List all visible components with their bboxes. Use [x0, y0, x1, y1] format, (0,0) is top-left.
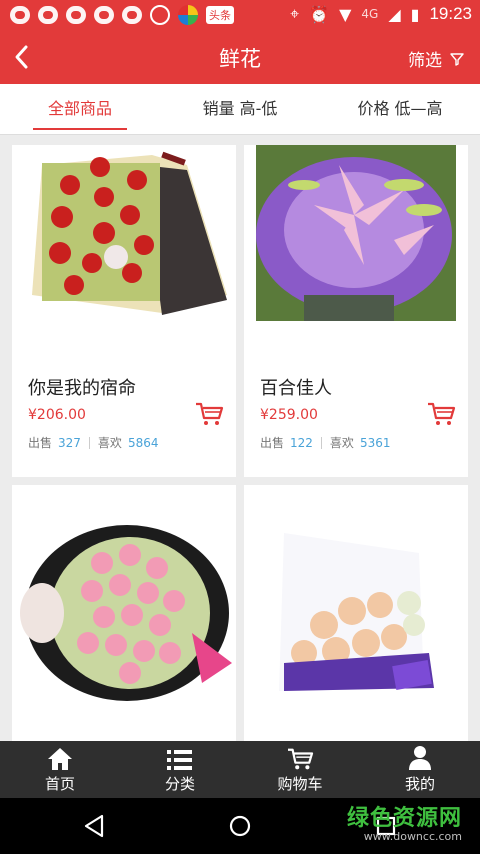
sold-count: 327 [58, 435, 81, 450]
list-icon [167, 750, 192, 770]
nav-cart[interactable]: 购物车 [240, 741, 360, 798]
nav-category-label: 分类 [164, 775, 195, 793]
alarm-icon: ⏰ [309, 4, 330, 24]
nav-category[interactable]: 分类 [120, 741, 240, 798]
cart-icon [196, 402, 224, 425]
add-to-cart-button[interactable] [194, 401, 224, 427]
news-badge: 头条 [206, 6, 234, 24]
nav-home-label: 首页 [44, 775, 75, 793]
likes-label: 喜欢 [97, 436, 122, 450]
likes-count: 5864 [127, 435, 159, 450]
product-stats: 出售 122 喜欢 5361 [260, 434, 390, 451]
product-card[interactable]: 百合佳人 ¥259.00 出售 122 喜欢 5361 [244, 145, 468, 477]
nav-profile-label: 我的 [404, 775, 435, 793]
wifi-icon: ▼ [339, 4, 352, 24]
location-icon: ⌖ [290, 4, 300, 23]
likes-label: 喜欢 [329, 436, 354, 450]
champagne-rose-box-image [244, 513, 468, 703]
product-grid: 你是我的宿命 ¥206.00 出售 327 喜欢 5864 百合佳人 ¥259.… [0, 135, 480, 741]
network-type: 4G [361, 7, 379, 21]
nav-home[interactable]: 首页 [0, 741, 120, 798]
tab-sales-desc[interactable]: 销量 高-低 [160, 84, 320, 134]
product-name: 你是我的宿命 [28, 378, 136, 399]
likes-count: 5361 [359, 435, 391, 450]
nav-cart-label: 购物车 [277, 775, 323, 793]
watermark-url: www.downcc.com [363, 830, 462, 843]
lily-bouquet-image [244, 145, 468, 335]
clock: 19:23 [429, 4, 472, 23]
wechat-icon [94, 6, 114, 24]
product-card[interactable]: 你是我的宿命 ¥206.00 出售 327 喜欢 5864 [12, 145, 236, 477]
product-image [12, 513, 236, 703]
tab-price-asc[interactable]: 价格 低—高 [320, 84, 480, 134]
product-image [244, 513, 468, 703]
app-icon [178, 5, 198, 25]
cart-icon [288, 748, 314, 770]
product-name: 百合佳人 [260, 378, 332, 399]
sold-count: 122 [290, 435, 313, 450]
sold-label: 出售 [28, 436, 53, 450]
product-price: ¥206.00 [28, 407, 86, 423]
cart-icon [428, 402, 456, 425]
watermark-text: 绿色资源网 [346, 806, 462, 831]
nav-profile[interactable]: 我的 [360, 741, 480, 798]
pink-rose-bouquet-image [12, 513, 236, 703]
camera-icon [150, 5, 170, 25]
bottom-nav: 首页 分类 购物车 我的 [0, 741, 480, 798]
system-back-button[interactable] [80, 812, 108, 840]
divider [88, 436, 90, 449]
notification-icons: 头条 [10, 5, 234, 25]
funnel-icon [450, 52, 464, 66]
wechat-icon [10, 6, 30, 24]
signal-icon: ◢ [388, 4, 401, 24]
wechat-icon [122, 6, 142, 24]
battery-icon: ▮ [410, 4, 420, 24]
filter-button[interactable]: 筛选 [408, 46, 464, 71]
app-header: 鲜花 筛选 [0, 30, 480, 84]
wechat-icon [66, 6, 86, 24]
product-card[interactable] [12, 485, 236, 741]
divider [320, 436, 322, 449]
tab-all-products[interactable]: 全部商品 [0, 84, 160, 134]
triangle-back-icon [84, 814, 104, 838]
add-to-cart-button[interactable] [426, 401, 456, 427]
product-image [12, 145, 236, 335]
filter-label: 筛选 [408, 51, 442, 71]
watermark: 绿色资源网 www.downcc.com [347, 800, 462, 843]
user-icon [409, 746, 431, 770]
system-home-button[interactable] [226, 812, 254, 840]
product-card[interactable] [244, 485, 468, 741]
wechat-icon [38, 6, 58, 24]
rose-box-image [12, 145, 236, 335]
sold-label: 出售 [260, 436, 285, 450]
product-price: ¥259.00 [260, 407, 318, 423]
circle-home-icon [229, 815, 251, 837]
product-image [244, 145, 468, 335]
sort-tabs: 全部商品 销量 高-低 价格 低—高 [0, 84, 480, 135]
home-icon [48, 748, 72, 770]
status-bar: 头条 ⌖ ⏰ ▼ 4G ◢ ▮ 19:23 [0, 0, 480, 30]
product-stats: 出售 327 喜欢 5864 [28, 434, 158, 451]
